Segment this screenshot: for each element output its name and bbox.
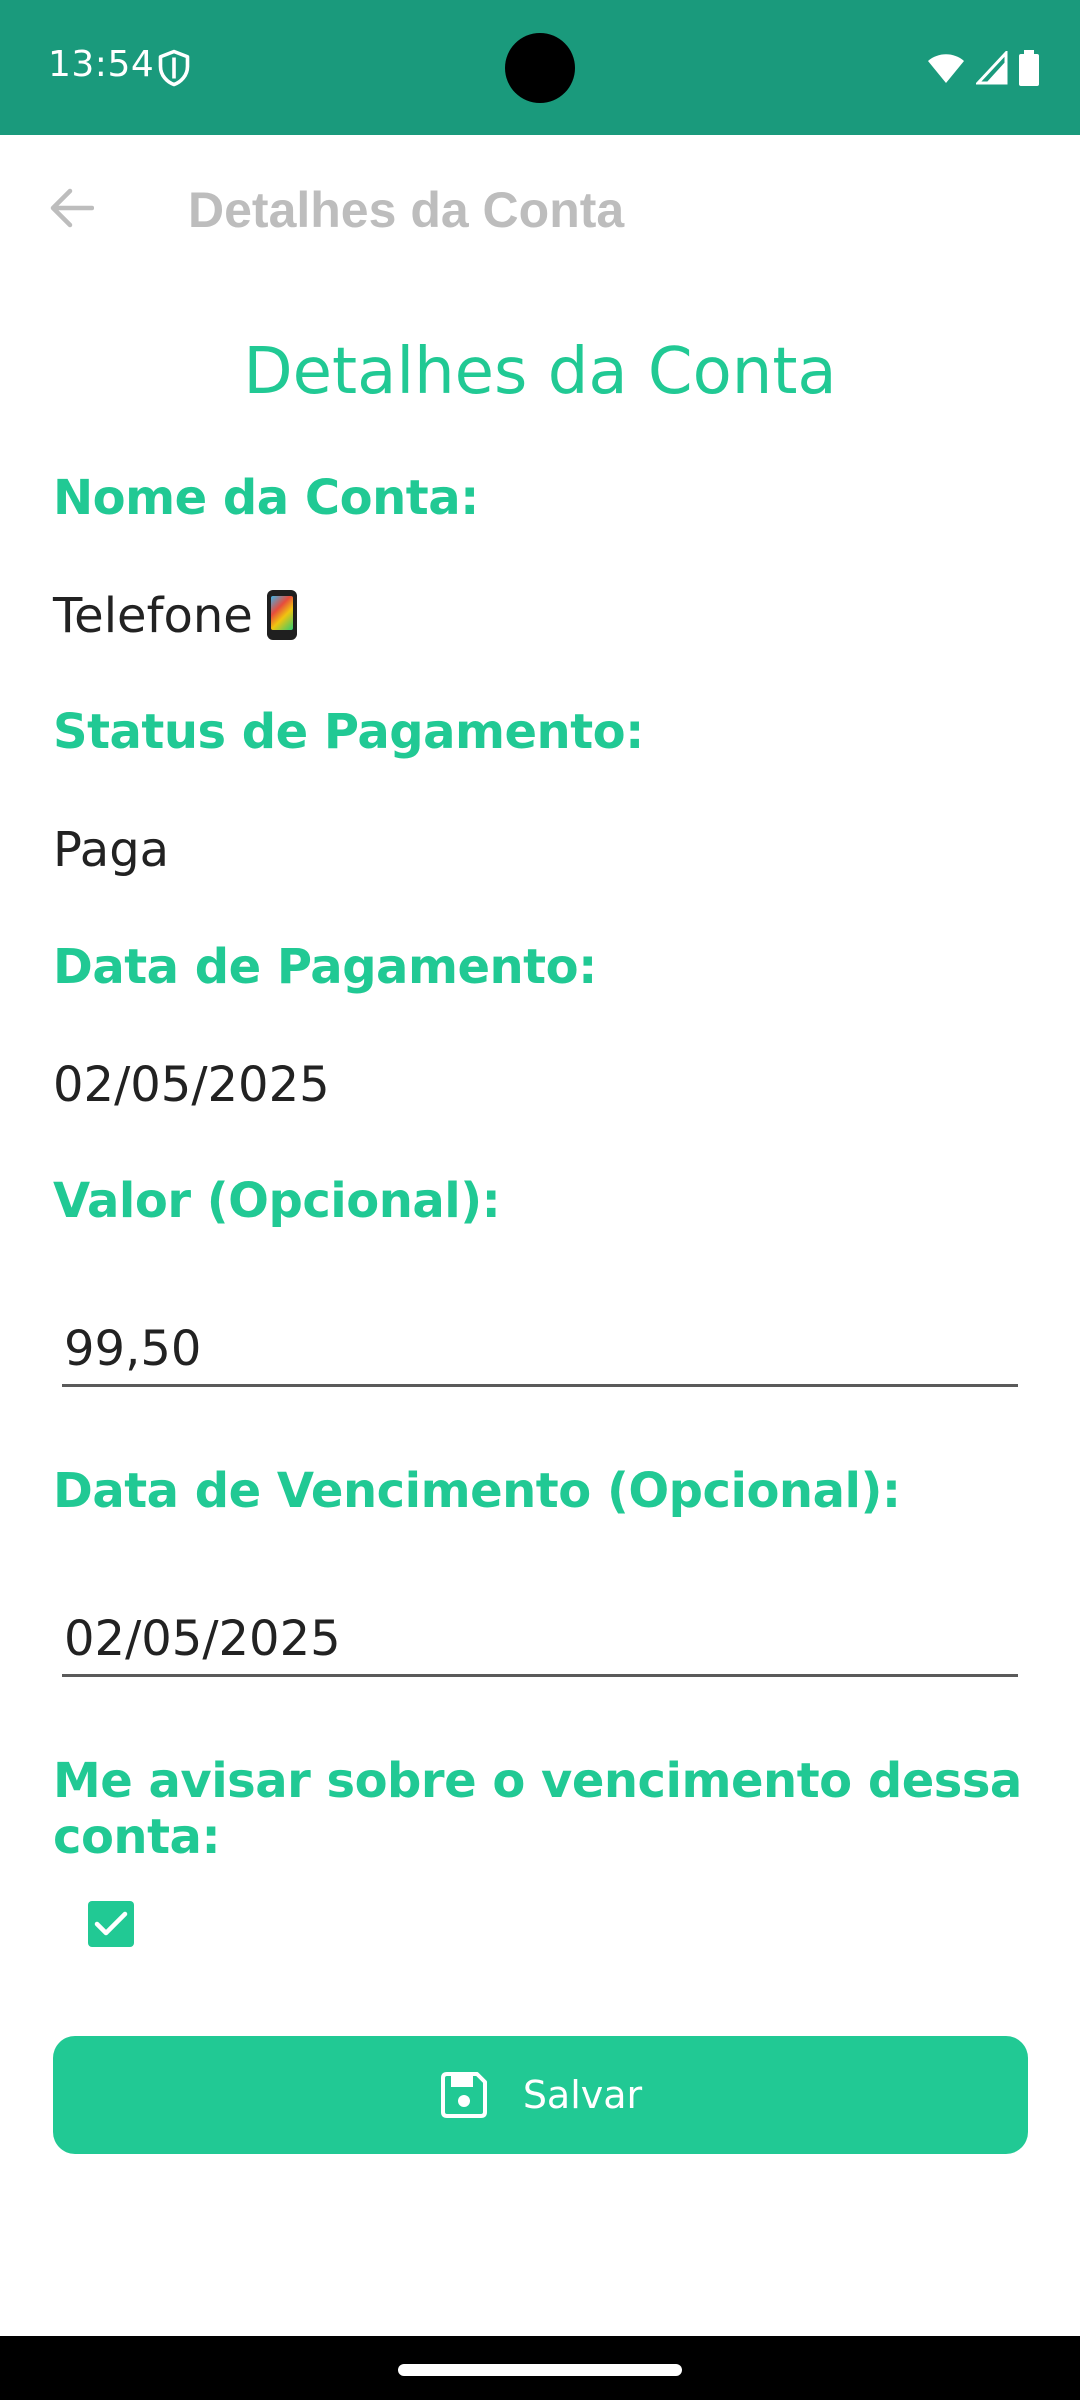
due-date-label: Data de Vencimento (Opcional): [53,1463,901,1519]
payment-date-label: Data de Pagamento: [53,939,597,995]
account-name-value: Telefone [53,588,253,644]
arrow-left-icon [50,188,94,228]
navigation-bar [0,2336,1080,2400]
amount-label: Valor (Opcional): [53,1173,501,1229]
status-bar: 13:54 [0,0,1080,135]
home-indicator[interactable] [398,2364,682,2376]
battery-icon [1019,50,1039,86]
reminder-label: Me avisar sobre o vencimento dessa conta… [53,1753,1022,1865]
shield-icon [158,49,190,87]
floppy-disk-icon [440,2072,487,2118]
page-title: Detalhes da Conta [243,335,837,409]
app-bar: Detalhes da Conta [0,135,1080,285]
amount-input[interactable] [62,1313,1018,1387]
payment-status-value: Paga [53,822,170,878]
app-bar-title: Detalhes da Conta [188,182,625,238]
mobile-phone-emoji [266,590,297,640]
signal-icon [976,51,1008,85]
back-button[interactable] [36,173,106,243]
status-icons [926,50,1040,86]
due-date-input[interactable] [62,1603,1018,1677]
check-icon [94,1911,128,1936]
account-name-value-row: Telefone [53,588,297,644]
save-button[interactable]: Salvar [53,2036,1028,2154]
wifi-icon [928,54,964,83]
payment-status-label: Status de Pagamento: [53,704,644,760]
payment-date-value: 02/05/2025 [53,1057,330,1113]
status-time: 13:54 [48,44,155,85]
screen: 13:54 Detalhes da Conta Detalhes da Cont… [0,0,1080,2400]
camera-cutout [505,33,575,103]
reminder-checkbox[interactable] [88,1901,134,1947]
account-name-label: Nome da Conta: [53,470,479,526]
save-button-label: Salvar [522,2073,643,2117]
